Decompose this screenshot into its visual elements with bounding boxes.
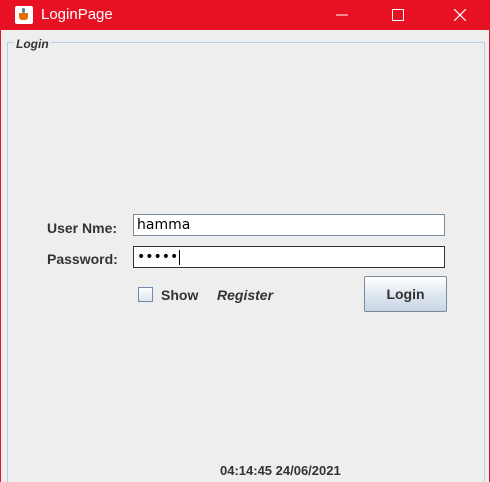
password-value: ••••• xyxy=(137,249,179,265)
username-field[interactable]: hamma xyxy=(133,214,445,236)
java-icon xyxy=(15,6,33,24)
show-password-label[interactable]: Show xyxy=(161,287,198,303)
login-window: LoginPage Login User Nme: hamma Password… xyxy=(0,0,490,482)
login-button[interactable]: Login xyxy=(364,276,447,312)
login-button-label: Login xyxy=(386,286,425,302)
minimize-icon xyxy=(336,14,348,16)
title-bar[interactable]: LoginPage xyxy=(1,0,490,30)
password-label: Password: xyxy=(47,251,118,267)
panel-legend: Login xyxy=(14,37,51,51)
text-caret xyxy=(179,249,181,265)
datetime-display: 04:14:45 24/06/2021 xyxy=(220,463,341,478)
register-link[interactable]: Register xyxy=(217,287,273,303)
show-password-checkbox[interactable] xyxy=(138,287,153,302)
minimize-button[interactable] xyxy=(319,0,365,30)
window-title: LoginPage xyxy=(41,6,113,23)
password-field[interactable]: ••••• xyxy=(133,246,445,268)
username-value: hamma xyxy=(137,217,191,233)
close-button[interactable] xyxy=(437,0,483,30)
username-label: User Nme: xyxy=(47,220,118,236)
close-icon xyxy=(454,9,466,21)
maximize-icon xyxy=(392,9,404,21)
maximize-button[interactable] xyxy=(375,0,421,30)
